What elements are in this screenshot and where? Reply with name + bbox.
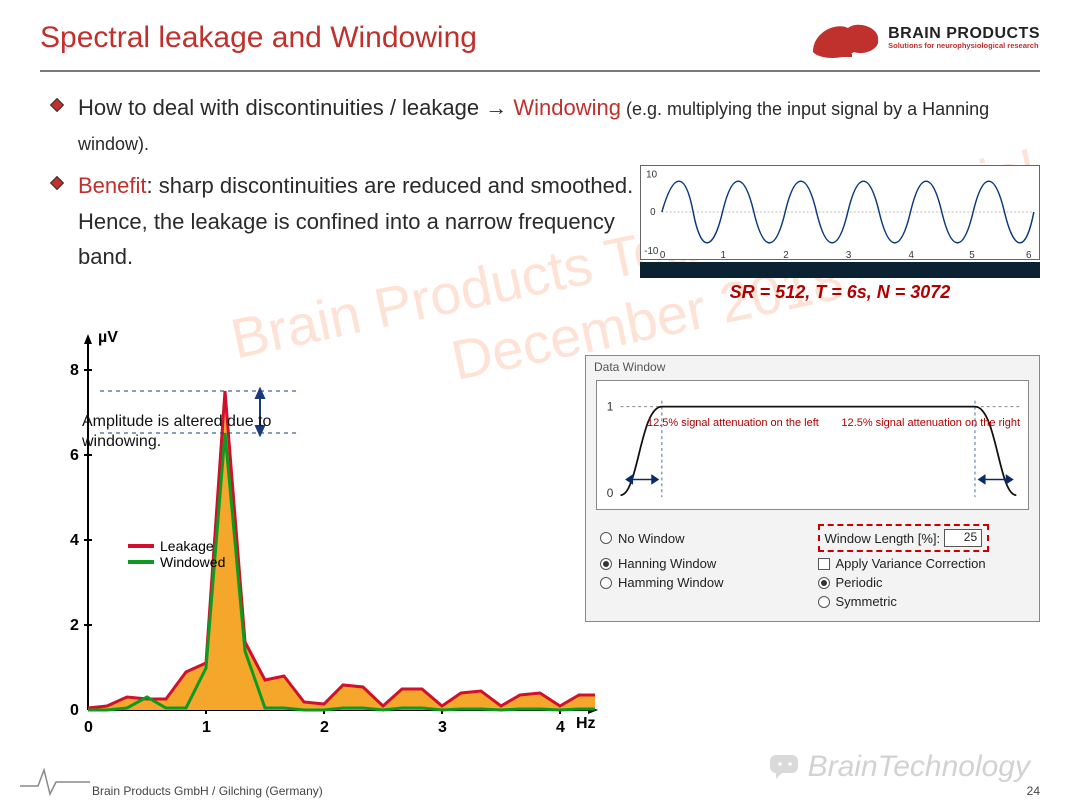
ylabel: µV <box>98 329 118 346</box>
radio-label: Hanning Window <box>618 556 716 571</box>
footer-company: Brain Products GmbH / Gilching (Germany) <box>92 784 323 798</box>
brand-logo: BRAIN PRODUCTS Solutions for neurophysio… <box>808 18 1040 58</box>
radio-label: Periodic <box>836 575 883 590</box>
attenuation-left-label: 12.5% signal attenuation on the left <box>647 417 819 430</box>
signal-caption: SR = 512, T = 6s, N = 3072 <box>640 282 1040 303</box>
brain-logo-icon <box>808 18 882 58</box>
sig-xtick: 3 <box>846 250 851 259</box>
legend-label-windowed: Windowed <box>160 554 225 570</box>
window-length-label: Window Length [%]: <box>825 531 941 546</box>
legend-swatch-windowed <box>128 560 154 564</box>
bullet-icon <box>50 176 64 190</box>
sig-xtick: 6 <box>1026 250 1031 259</box>
logo-text-sub: Solutions for neurophysiological researc… <box>888 42 1040 50</box>
attenuation-right-label: 12.5% signal attenuation on the right <box>841 417 1020 430</box>
svg-text:2: 2 <box>70 617 79 634</box>
bullet-2-rest: : sharp discontinuities are reduced and … <box>78 173 633 268</box>
spectrum-legend: Leakage Windowed <box>128 538 225 570</box>
radio-label: No Window <box>618 531 684 546</box>
sig-xtick: 0 <box>660 250 666 259</box>
svg-text:0: 0 <box>607 486 614 500</box>
signal-dark-strip <box>640 262 1040 278</box>
radio-symmetric[interactable]: Symmetric <box>818 594 1026 609</box>
spectrum-chart: µV Hz 0 2 4 6 8 0 1 2 3 4 <box>40 320 600 740</box>
checkbox-label: Apply Variance Correction <box>836 556 986 571</box>
amplitude-annotation: Amplitude is altered due to windowing. <box>82 412 272 452</box>
window-length-input[interactable]: 25 <box>944 529 982 547</box>
sig-xtick: 4 <box>909 250 915 259</box>
radio-hanning-window[interactable]: Hanning Window <box>600 556 808 571</box>
svg-text:3: 3 <box>438 719 447 736</box>
window-shape-plot: 1 0 12.5% signal attenuation on the left… <box>596 380 1029 510</box>
sig-xtick: 1 <box>721 250 726 259</box>
radio-no-window[interactable]: No Window <box>600 524 808 552</box>
sig-ytick: 0 <box>650 207 656 218</box>
checkbox-variance-correction[interactable]: Apply Variance Correction <box>818 556 1026 571</box>
svg-text:4: 4 <box>70 532 79 549</box>
bullet-1-highlight: Windowing <box>513 95 621 120</box>
sig-xtick: 2 <box>783 250 788 259</box>
signal-plot: 10 0 -10 0 1 2 3 4 5 6 SR = 512, T = 6s,… <box>640 165 1040 303</box>
logo-text-main: BRAIN PRODUCTS <box>888 26 1040 42</box>
svg-text:4: 4 <box>556 719 565 736</box>
bullet-1-prefix: How to deal with discontinuities / leaka… <box>78 95 513 120</box>
window-length-highlight: Window Length [%]: 25 <box>818 524 990 552</box>
svg-text:8: 8 <box>70 362 79 379</box>
radio-hamming-window[interactable]: Hamming Window <box>600 575 808 590</box>
sig-ytick: -10 <box>644 246 659 257</box>
bullet-2-highlight: Benefit <box>78 173 147 198</box>
svg-text:0: 0 <box>70 702 79 719</box>
radio-periodic[interactable]: Periodic <box>818 575 1026 590</box>
data-window-title: Data Window <box>586 356 1039 376</box>
svg-text:1: 1 <box>202 719 211 736</box>
legend-swatch-leakage <box>128 544 154 548</box>
sig-ytick: 10 <box>646 170 657 181</box>
svg-text:2: 2 <box>320 719 329 736</box>
svg-text:1: 1 <box>607 400 614 414</box>
radio-label: Hamming Window <box>618 575 723 590</box>
svg-text:0: 0 <box>84 719 93 736</box>
sig-xtick: 5 <box>969 250 975 259</box>
svg-text:6: 6 <box>70 447 79 464</box>
bullet-icon <box>50 98 64 112</box>
page-number: 24 <box>1027 784 1040 798</box>
bullet-1: How to deal with discontinuities / leaka… <box>40 90 1040 160</box>
page-title: Spectral leakage and Windowing <box>40 21 477 55</box>
radio-label: Symmetric <box>836 594 897 609</box>
data-window-panel: Data Window 1 0 12.5% signal attenuation… <box>585 355 1040 622</box>
legend-label-leakage: Leakage <box>160 538 214 554</box>
xlabel: Hz <box>576 715 596 732</box>
